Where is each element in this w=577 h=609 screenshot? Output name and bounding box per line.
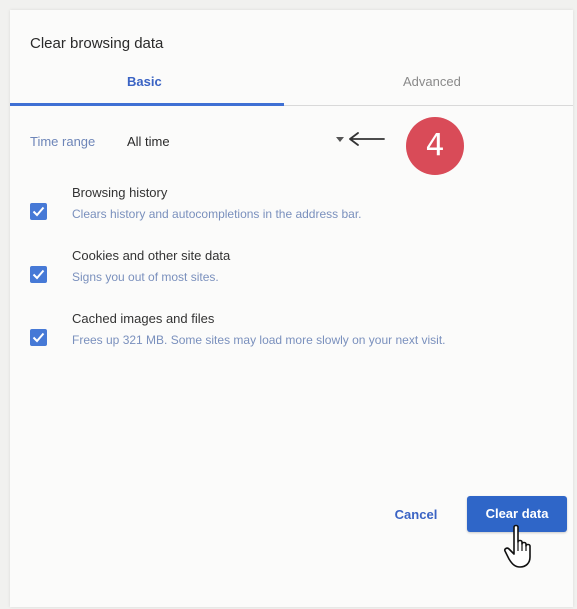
option-title: Browsing history [72, 185, 168, 200]
cancel-button[interactable]: Cancel [385, 500, 447, 530]
option-browsing-history: Browsing history Clears history and auto… [10, 180, 573, 230]
option-cookies: Cookies and other site data Signs you ou… [10, 243, 573, 293]
cookies-checkbox[interactable] [30, 266, 47, 283]
time-range-select[interactable]: All time [118, 126, 350, 156]
option-cached-images: Cached images and files Frees up 321 MB.… [10, 306, 573, 356]
clear-browsing-data-dialog: Clear browsing data Basic Advanced Time … [10, 10, 573, 607]
dialog-title: Clear browsing data [30, 35, 164, 52]
checkmark-icon [32, 206, 45, 217]
tab-advanced[interactable]: Advanced [403, 74, 461, 89]
option-description: Signs you out of most sites. [72, 270, 219, 284]
tab-basic[interactable]: Basic [127, 74, 162, 89]
checkmark-icon [32, 332, 45, 343]
step-number-badge: 4 [406, 117, 464, 175]
browsing-history-checkbox[interactable] [30, 203, 47, 220]
time-range-value: All time [127, 134, 170, 149]
cached-images-checkbox[interactable] [30, 329, 47, 346]
option-title: Cached images and files [72, 311, 215, 326]
checkmark-icon [32, 269, 45, 280]
left-arrow-icon [349, 132, 385, 146]
option-description: Frees up 321 MB. Some sites may load mor… [72, 333, 446, 347]
option-description: Clears history and autocompletions in th… [72, 207, 362, 221]
time-range-label: Time range [30, 134, 96, 149]
active-tab-indicator [10, 103, 284, 106]
option-title: Cookies and other site data [72, 248, 231, 263]
chevron-down-icon [336, 137, 344, 142]
hand-pointer-icon [504, 524, 531, 568]
